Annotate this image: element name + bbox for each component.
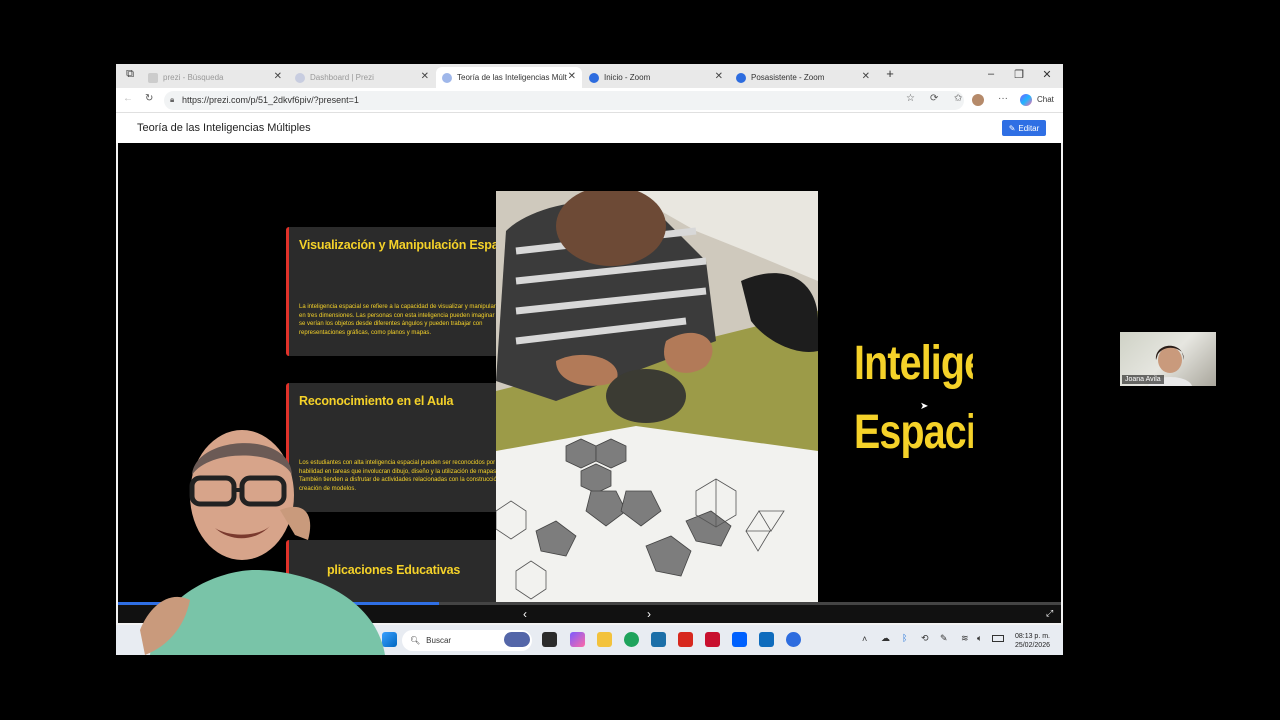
restore-button[interactable]: ❐ xyxy=(1009,68,1029,81)
zoom-icon xyxy=(736,72,746,83)
participant-name: Joana Avila xyxy=(1122,375,1164,384)
tab-teoria[interactable]: Teoría de las Inteligencias Múltiples ✕ xyxy=(436,67,582,88)
tab-label: prezi - Búsqueda xyxy=(163,73,224,82)
tab-zoom-posasistente[interactable]: Posasistente - Zoom ✕ xyxy=(730,67,876,88)
photo-illustration xyxy=(496,191,818,602)
presenter-figure xyxy=(140,430,385,655)
outlook-icon[interactable] xyxy=(759,632,774,647)
mcafee-icon[interactable] xyxy=(705,632,720,647)
slide-photo xyxy=(496,191,818,602)
tab-label: Posasistente - Zoom xyxy=(751,73,825,82)
workspaces-icon[interactable]: ⧉ xyxy=(120,68,140,81)
show-hidden-icons-icon[interactable]: ˄ xyxy=(862,634,867,644)
search-icon: 🔍︎ xyxy=(410,636,421,645)
prezi-icon xyxy=(442,72,452,83)
search-icon xyxy=(148,72,158,83)
new-tab-button[interactable]: + xyxy=(880,66,900,81)
participant-video-joana[interactable]: Joana Avila xyxy=(1120,332,1216,386)
tab-bar: ⧉ prezi - Búsqueda ✕ Dashboard | Prezi ✕… xyxy=(116,64,1063,88)
close-icon[interactable]: ✕ xyxy=(862,71,870,82)
bluetooth-icon[interactable]: ᛒ xyxy=(902,633,907,643)
tab-zoom-inicio[interactable]: Inicio - Zoom ✕ xyxy=(583,67,729,88)
taskbar-clock[interactable]: 08:13 p. m. 25/02/2026 xyxy=(1008,632,1050,650)
lock-icon: 🔒︎ xyxy=(170,95,175,104)
url-field[interactable]: 🔒︎ https://prezi.com/p/51_2dkvf6piv/?pre… xyxy=(164,91,964,110)
close-icon[interactable]: ✕ xyxy=(568,71,576,82)
card-heading: Visualización y Manipulación Espacial xyxy=(299,238,519,252)
clock-date: 25/02/2026 xyxy=(1014,642,1050,649)
card-body: La inteligencia espacial se refiere a la… xyxy=(299,304,517,336)
edit-label: Editar xyxy=(1018,123,1040,133)
tab-prezi-search[interactable]: prezi - Búsqueda ✕ xyxy=(142,67,288,88)
more-icon[interactable]: ··· xyxy=(998,93,1008,104)
store-icon[interactable] xyxy=(651,632,666,647)
mouse-cursor-icon: ➤ xyxy=(920,401,929,412)
tab-label: Inicio - Zoom xyxy=(604,73,651,82)
prezi-header: Teoría de las Inteligencias Múltiples ✎ … xyxy=(116,113,1063,143)
app-l-icon[interactable] xyxy=(678,632,693,647)
favorite-icon[interactable]: ☆ xyxy=(906,93,915,104)
search-placeholder: Buscar xyxy=(426,636,452,645)
dropbox-icon[interactable] xyxy=(732,632,747,647)
slide-title-line1: Inteligen xyxy=(854,337,973,390)
battery-icon[interactable] xyxy=(992,635,1004,642)
close-icon[interactable]: ✕ xyxy=(715,71,723,82)
file-explorer-icon[interactable] xyxy=(597,632,612,647)
profile-avatar[interactable] xyxy=(972,94,984,106)
widgets-icon[interactable] xyxy=(504,632,530,647)
close-icon[interactable]: ✕ xyxy=(421,71,429,82)
prezi-icon xyxy=(295,72,305,83)
sync-icon[interactable]: ⟲ xyxy=(921,633,929,644)
extensions-icon[interactable]: ⟳ xyxy=(930,93,938,104)
slide-title-line2: Espacia xyxy=(854,406,973,459)
clock-time: 08:13 p. m. xyxy=(1014,633,1050,640)
close-window-button[interactable]: ✕ xyxy=(1037,68,1057,81)
card-heading: Reconocimiento en el Aula xyxy=(299,394,454,408)
fullscreen-icon[interactable]: ⤢ xyxy=(1046,608,1053,619)
wifi-icon[interactable]: ≋ xyxy=(961,633,969,644)
presenter-video xyxy=(130,420,385,655)
zoom-icon xyxy=(589,72,599,83)
favorites-icon[interactable]: ✩ xyxy=(954,93,962,104)
chat-button[interactable]: Chat xyxy=(1037,95,1054,104)
close-icon[interactable]: ✕ xyxy=(274,71,282,82)
address-bar: ← ↻ 🔒︎ https://prezi.com/p/51_2dkvf6piv/… xyxy=(116,88,1063,113)
tab-label: Teoría de las Inteligencias Múltiples xyxy=(457,73,567,82)
back-icon[interactable]: ← xyxy=(123,93,133,104)
tray-network-icon[interactable]: ☁ xyxy=(881,633,890,644)
tab-prezi-dashboard[interactable]: Dashboard | Prezi ✕ xyxy=(289,67,435,88)
volume-icon[interactable]: 🔈︎ xyxy=(977,633,982,644)
tab-label: Dashboard | Prezi xyxy=(310,73,374,82)
copilot-app-icon[interactable] xyxy=(570,632,585,647)
card-visualizacion: Visualización y Manipulación Espacial La… xyxy=(286,227,523,356)
copilot-icon[interactable] xyxy=(1020,94,1032,106)
refresh-icon[interactable]: ↻ xyxy=(145,93,153,104)
pen-icon[interactable]: ✎ xyxy=(940,633,948,644)
zoom-app-icon[interactable] xyxy=(786,632,801,647)
previous-slide-button[interactable]: ‹ xyxy=(523,607,527,621)
minimize-button[interactable]: – xyxy=(981,68,1001,80)
page-title: Teoría de las Inteligencias Múltiples xyxy=(137,122,311,134)
edit-button[interactable]: ✎ Editar xyxy=(1002,120,1046,136)
task-view-icon[interactable] xyxy=(542,632,557,647)
next-slide-button[interactable]: › xyxy=(647,607,651,621)
edge-icon[interactable] xyxy=(624,632,639,647)
pencil-icon: ✎ xyxy=(1008,123,1016,133)
url-text: https://prezi.com/p/51_2dkvf6piv/?presen… xyxy=(182,95,359,105)
